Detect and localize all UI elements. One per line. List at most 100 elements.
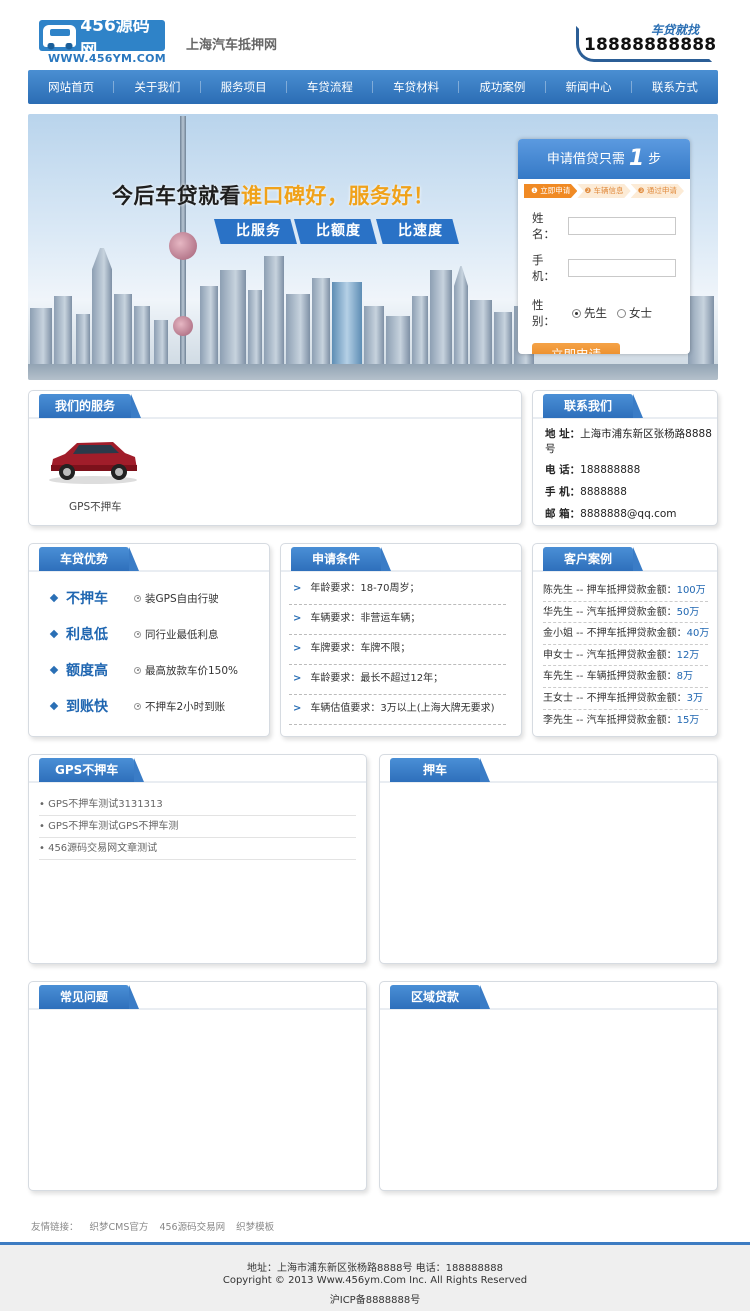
case-amount: 50万	[676, 606, 700, 618]
gender-male-radio[interactable]	[572, 308, 581, 318]
condition-row: > 车辆估值要求：3万以上(上海大牌无要求)	[289, 695, 506, 725]
advantage-key: 不押车	[66, 591, 108, 607]
condition-row: > 年龄要求：18-70周岁；	[289, 575, 506, 605]
cases-title: 客户案例	[543, 547, 643, 571]
site-title: 上海汽车抵押网	[186, 38, 278, 53]
name-input[interactable]	[568, 217, 676, 235]
contact-address: 地 址：上海市浦东新区张杨路8888号	[545, 427, 715, 457]
apply-form-title: 申请借贷只需 1 步	[518, 139, 690, 179]
friend-links-label: 友情链接：	[31, 1222, 79, 1233]
advantage-key: 到账快	[66, 699, 108, 715]
services-title: 我们的服务	[39, 394, 142, 418]
footer-copyright: Copyright © 2013 Www.456ym.Com Inc. All …	[222, 1275, 528, 1286]
faq-title: 常见问题	[39, 985, 139, 1009]
advantage-key: 利息低	[66, 627, 108, 643]
friend-link[interactable]: 织梦模板	[236, 1222, 274, 1233]
nav-item-news[interactable]: 新闻中心	[546, 70, 633, 104]
case-amount: 3万	[686, 693, 703, 704]
condition-row: > 车辆要求：非营运车辆；	[289, 605, 506, 635]
case-row[interactable]: 华先生 -- 汽车抵押贷款金额：50万	[543, 602, 708, 624]
form-title-number: 1	[628, 146, 645, 171]
nav-item-services[interactable]: 服务项目	[201, 70, 288, 104]
friend-link[interactable]: 织梦CMS官方	[90, 1222, 149, 1233]
suv-car-image[interactable]	[47, 435, 139, 485]
advantage-row: 额度高 最高放款车价150%	[49, 660, 239, 680]
form-title-prefix: 申请借贷只需	[546, 152, 625, 167]
hotline-number: 18888888888	[584, 35, 717, 55]
logo-url: WWW.456YM.COM	[48, 52, 167, 65]
gender-female-radio[interactable]	[617, 308, 626, 318]
condition-text: 车辆估值要求：3万以上(上海大牌无要求)	[310, 703, 495, 714]
banner-slogan: 今后车贷就看谁口碑好，服务好！	[112, 180, 435, 210]
diamond-icon	[49, 629, 59, 639]
cases-panel: 客户案例 陈先生 -- 押车抵押贷款金额：100万 华先生 -- 汽车抵押贷款金…	[532, 543, 718, 737]
condition-row: > 车牌要求：车牌不限；	[289, 635, 506, 665]
diamond-icon	[49, 701, 59, 711]
case-row[interactable]: 车先生 -- 车辆抵押贷款金额：8万	[543, 666, 708, 688]
news-item[interactable]: • 456源码交易网文章测试	[39, 838, 356, 860]
gender-female-label: 女士	[629, 306, 652, 320]
tag-amount: 比额度	[294, 219, 377, 244]
submit-apply-button[interactable]: 立即申请	[532, 343, 620, 354]
diamond-icon	[49, 665, 59, 675]
contact-title: 联系我们	[543, 394, 643, 418]
advantage-value: 不押车2小时到账	[145, 700, 226, 713]
mobile-value: 8888888	[580, 486, 627, 498]
tel-value: 188888888	[580, 464, 641, 476]
service-item-label[interactable]: GPS不押车	[69, 499, 122, 514]
nav-item-process[interactable]: 车贷流程	[287, 70, 374, 104]
case-text: 金小姐 -- 不押车抵押贷款金额：	[543, 628, 687, 640]
advantages-title: 车贷优势	[39, 547, 139, 571]
case-amount: 8万	[676, 671, 693, 683]
nav-item-cases[interactable]: 成功案例	[459, 70, 546, 104]
address-label: 地 址：	[545, 428, 581, 440]
case-text: 华先生 -- 汽车抵押贷款金额：	[543, 606, 677, 618]
bullet-icon	[134, 630, 141, 638]
site-footer: 地址：上海市浦东新区张杨路8888号 电话：188888888 Copyrigh…	[0, 1242, 750, 1311]
conditions-title: 申请条件	[291, 547, 391, 571]
gps-news-panel: GPS不押车 • GPS不押车测试3131313 • GPS不押车测试GPS不押…	[28, 754, 367, 964]
gender-male-label: 先生	[584, 306, 607, 320]
condition-text: 车龄要求：最长不超过12年；	[310, 673, 444, 684]
advantage-value: 同行业最低利息	[145, 628, 219, 641]
name-label: 姓 名：	[532, 211, 555, 241]
email-value: 8888888@qq.com	[580, 508, 677, 520]
step-approve: ❸ 通过申请	[630, 184, 684, 198]
nav-item-materials[interactable]: 车贷材料	[373, 70, 460, 104]
mortgage-panel: 押车	[379, 754, 718, 964]
news-item[interactable]: • GPS不押车测试3131313	[39, 794, 356, 816]
phone-label: 手 机：	[532, 253, 555, 283]
phone-input[interactable]	[568, 259, 676, 277]
site-logo[interactable]: 456源码网	[39, 16, 165, 61]
tag-service: 比服务	[214, 219, 297, 244]
nav-item-contact[interactable]: 联系方式	[632, 70, 718, 104]
advantage-value: 最高放款车价150%	[145, 664, 239, 677]
apply-form: 申请借贷只需 1 步 ❶ 立即申请 ❷ 车辆信息 ❸ 通过申请 姓 名： 手 机： …	[518, 139, 690, 354]
friend-link[interactable]: 456源码交易网	[159, 1222, 225, 1233]
case-row[interactable]: 金小姐 -- 不押车抵押贷款金额：40万	[543, 623, 709, 645]
nav-item-about[interactable]: 关于我们	[114, 70, 201, 104]
news-item[interactable]: • GPS不押车测试GPS不押车测	[39, 816, 356, 838]
conditions-panel: 申请条件 > 年龄要求：18-70周岁； > 车辆要求：非营运车辆； > 车牌要求：车…	[280, 543, 522, 737]
bullet-icon	[134, 702, 141, 710]
nav-item-home[interactable]: 网站首页	[28, 70, 115, 104]
footer-icp[interactable]: 沪ICP备8888888号	[0, 1291, 750, 1306]
diamond-icon	[49, 593, 59, 603]
case-text: 申女士 -- 汽车抵押贷款金额：	[543, 649, 677, 661]
arrow-icon: >	[293, 673, 302, 684]
case-text: 陈先生 -- 押车抵押贷款金额：	[543, 585, 677, 596]
services-panel: 我们的服务 GPS不押车	[28, 390, 522, 526]
arrow-icon: >	[293, 703, 302, 714]
case-row[interactable]: 王女士 -- 不押车抵押贷款金额：3万	[543, 688, 708, 710]
case-amount: 15万	[676, 714, 700, 726]
step-apply: ❶ 立即申请	[524, 184, 578, 198]
contact-tel: 电 话：188888888	[545, 463, 715, 478]
tag-speed: 比速度	[376, 219, 459, 244]
mobile-label: 手 机：	[545, 486, 581, 498]
case-row[interactable]: 李先生 -- 汽车抵押贷款金额：15万	[543, 710, 708, 732]
case-row[interactable]: 申女士 -- 汽车抵押贷款金额：12万	[543, 645, 708, 667]
car-icon	[43, 24, 77, 50]
case-row[interactable]: 陈先生 -- 押车抵押贷款金额：100万	[543, 580, 708, 602]
arrow-icon: >	[293, 583, 302, 594]
tel-label: 电 话：	[545, 464, 581, 476]
